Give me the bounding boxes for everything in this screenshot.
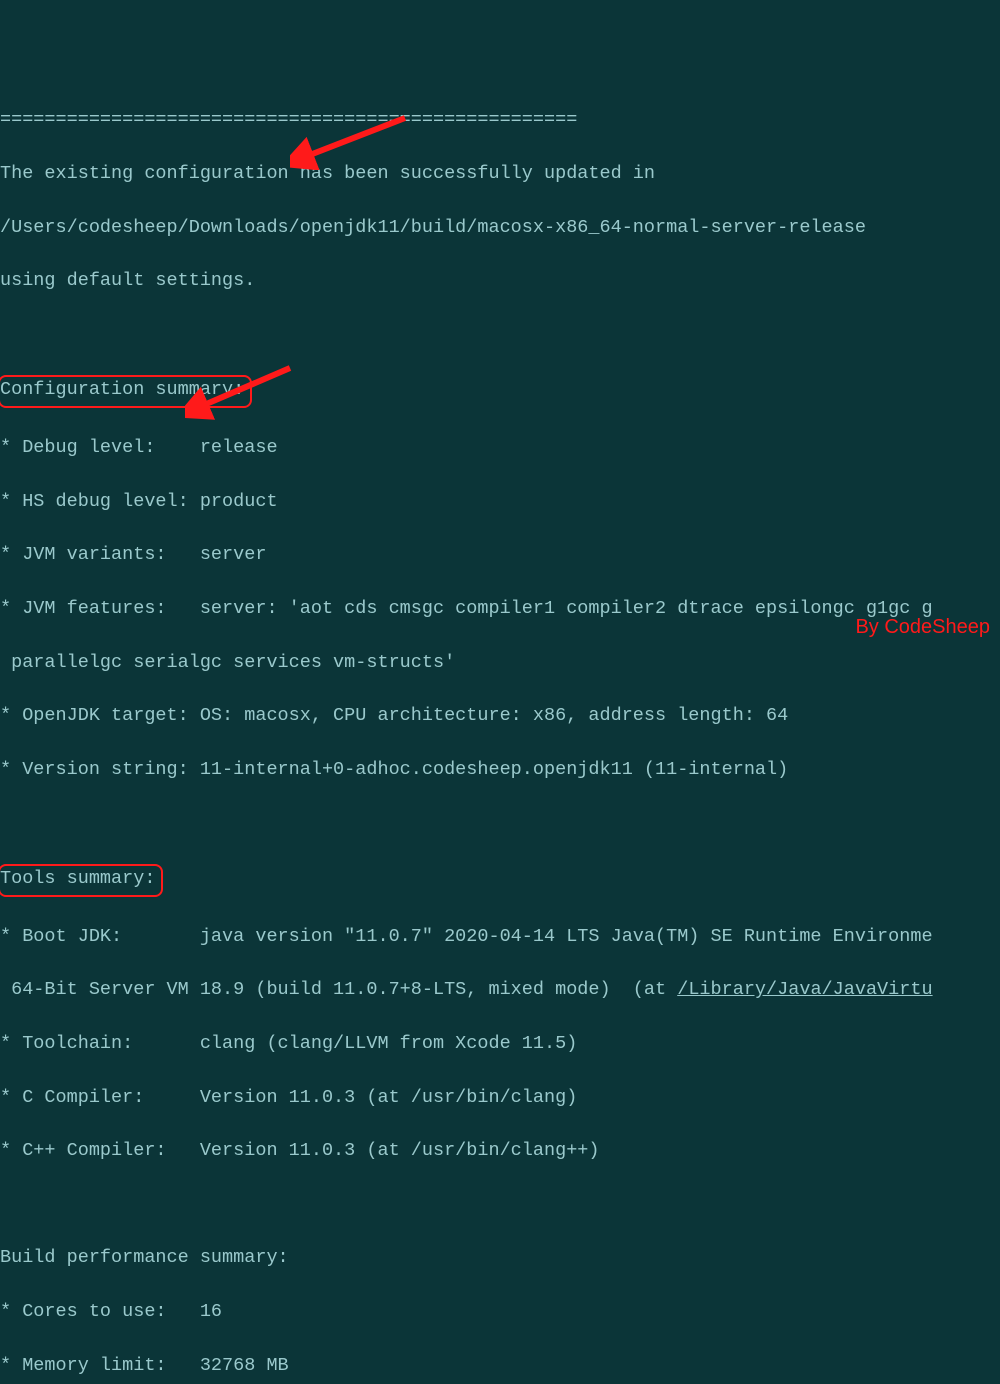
config-openjdk-target: * OpenJDK target: OS: macosx, CPU archit…: [0, 703, 1000, 730]
build-memory: * Memory limit: 32768 MB: [0, 1353, 1000, 1380]
blank-line: [0, 322, 1000, 349]
config-summary-header: Configuration summary:: [0, 375, 252, 408]
config-version-string: * Version string: 11-internal+0-adhoc.co…: [0, 757, 1000, 784]
separator-line: ========================================…: [0, 107, 1000, 134]
watermark-text: By CodeSheep: [855, 613, 990, 642]
boot-jdk-path-link[interactable]: /Library/Java/JavaVirtu: [677, 979, 932, 1000]
intro-line-3: using default settings.: [0, 268, 1000, 295]
config-summary-header-row: Configuration summary:: [0, 375, 1000, 408]
intro-line-2-path: /Users/codesheep/Downloads/openjdk11/bui…: [0, 215, 1000, 242]
config-jvm-features-1: * JVM features: server: 'aot cds cmsgc c…: [0, 596, 1000, 623]
config-debug-level: * Debug level: release: [0, 435, 1000, 462]
tools-boot-jdk-2-text: 64-Bit Server VM 18.9 (build 11.0.7+8-LT…: [0, 979, 677, 1000]
build-performance-header: Build performance summary:: [0, 1245, 1000, 1272]
tools-cpp-compiler: * C++ Compiler: Version 11.0.3 (at /usr/…: [0, 1138, 1000, 1165]
tools-boot-jdk-2: 64-Bit Server VM 18.9 (build 11.0.7+8-LT…: [0, 977, 1000, 1004]
config-jvm-variants: * JVM variants: server: [0, 542, 1000, 569]
config-jvm-features-2: parallelgc serialgc services vm-structs': [0, 650, 1000, 677]
blank-line: [0, 1192, 1000, 1219]
tools-summary-header: Tools summary:: [0, 864, 163, 897]
tools-toolchain: * Toolchain: clang (clang/LLVM from Xcod…: [0, 1031, 1000, 1058]
tools-summary-header-row: Tools summary:: [0, 864, 1000, 897]
tools-c-compiler: * C Compiler: Version 11.0.3 (at /usr/bi…: [0, 1085, 1000, 1112]
blank-line: [0, 810, 1000, 837]
config-hs-debug-level: * HS debug level: product: [0, 489, 1000, 516]
build-cores: * Cores to use: 16: [0, 1299, 1000, 1326]
tools-boot-jdk-1: * Boot JDK: java version "11.0.7" 2020-0…: [0, 924, 1000, 951]
intro-line-1: The existing configuration has been succ…: [0, 161, 1000, 188]
